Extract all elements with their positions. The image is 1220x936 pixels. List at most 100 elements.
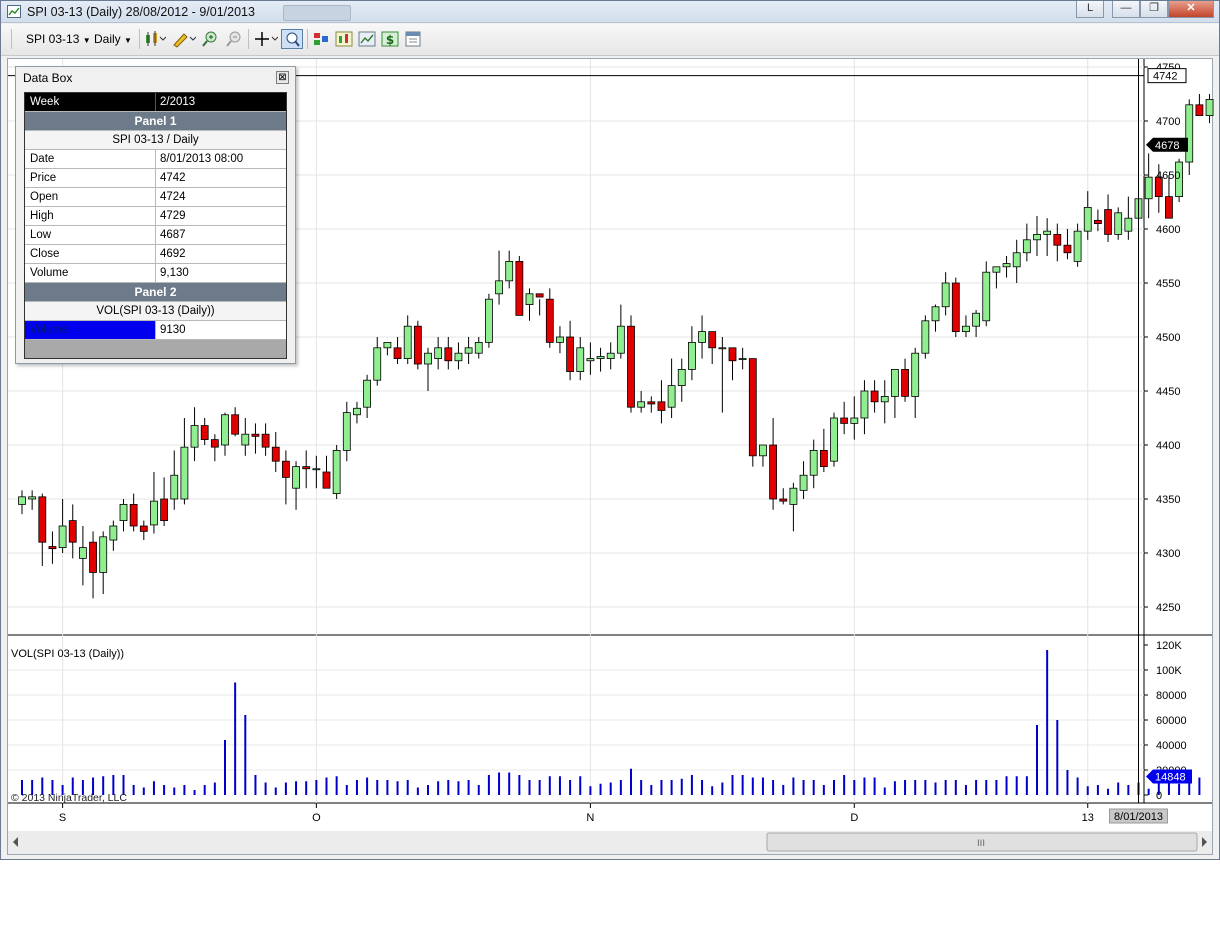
price-tick-label: 4350 — [1156, 494, 1180, 506]
candle-body — [667, 385, 676, 408]
candle-body — [647, 401, 656, 405]
candle-body — [748, 358, 757, 457]
candle-body — [261, 433, 270, 448]
candle-body — [921, 320, 930, 354]
candle-body — [170, 474, 179, 500]
candle-body — [89, 541, 97, 573]
candle-body — [769, 444, 777, 500]
crosshair-icon[interactable] — [254, 30, 278, 48]
candle-body — [48, 546, 57, 550]
volume-label: Volume — [25, 321, 156, 339]
instrument-selector[interactable]: SPI 03-13 ▼ — [26, 29, 91, 49]
candle-body — [383, 341, 392, 349]
data-box-label: Close — [25, 245, 156, 263]
restore-button[interactable]: ❐ — [1140, 1, 1168, 18]
data-box-value: 9,130 — [160, 267, 189, 279]
data-box-row: Open 4724 — [25, 188, 286, 207]
data-box-row: Low 4687 — [25, 226, 286, 245]
candle-body — [1195, 104, 1204, 116]
candle-body — [1063, 244, 1072, 254]
candle-body — [860, 390, 869, 419]
candle-body — [210, 439, 219, 448]
candle-body — [495, 280, 503, 295]
candle-body — [951, 282, 960, 332]
pencil-draw-icon[interactable] — [172, 30, 196, 48]
strategy-icon[interactable] — [312, 30, 330, 48]
data-box-label: Low — [25, 226, 156, 244]
indicators-icon[interactable] — [335, 30, 353, 48]
candle-body — [1022, 239, 1031, 254]
candle-body — [545, 298, 554, 343]
candle-body — [160, 498, 169, 522]
dollar-icon[interactable]: $ — [381, 30, 399, 48]
panel2-header: Panel 2 — [25, 283, 286, 302]
candle-body — [992, 266, 1001, 273]
instrument-label: SPI 03-13 — [26, 32, 80, 46]
candle-body — [870, 390, 879, 403]
volume-tick-label: 120K — [1156, 640, 1182, 652]
candle-body — [190, 425, 199, 448]
title-bar[interactable]: SPI 03-13 (Daily) 28/08/2012 - 9/01/2013… — [1, 1, 1219, 23]
scrollbar-track[interactable]: III — [8, 831, 1212, 854]
candle-body — [393, 347, 402, 359]
candle-body — [1144, 176, 1153, 200]
data-box-value: 4729 — [160, 210, 186, 222]
candle-body — [1002, 263, 1011, 268]
candle-body — [1073, 230, 1082, 262]
candle-body — [129, 503, 138, 527]
candle-body — [1104, 209, 1112, 235]
candle-body — [332, 449, 341, 494]
candle-body — [363, 379, 372, 408]
data-box-row: Close 4692 — [25, 245, 286, 264]
data-box-icon[interactable] — [281, 29, 303, 49]
candle-body — [962, 325, 970, 333]
candle-body — [931, 306, 940, 322]
chart-trader-icon[interactable] — [358, 30, 376, 48]
volume-panel-label: VOL(SPI 03-13 (Daily)) — [11, 648, 124, 660]
close-button[interactable]: ✕ — [1168, 1, 1214, 18]
week-label: Week — [25, 93, 156, 111]
volume-row: Volume 9130 — [25, 321, 286, 340]
volume-value: 9130 — [160, 324, 186, 336]
interval-label: Daily — [94, 32, 121, 46]
close-icon[interactable]: ⊠ — [276, 71, 289, 84]
candle-body — [840, 417, 849, 424]
candle-body — [1033, 233, 1041, 241]
price-tick-label: 4400 — [1156, 440, 1180, 452]
time-tick-label: D — [850, 812, 858, 824]
candle-body — [221, 414, 229, 446]
candle-body — [657, 401, 666, 411]
candle-body — [342, 412, 351, 451]
candle-body — [1094, 219, 1102, 225]
data-box-label: Date — [25, 150, 156, 168]
layout-button[interactable]: L — [1076, 1, 1104, 18]
candle-body — [150, 500, 158, 526]
volume-tick-label: 60000 — [1156, 715, 1187, 727]
data-box-value: 4724 — [160, 191, 186, 203]
data-box-value: 4687 — [160, 229, 186, 241]
zoom-in-icon[interactable] — [201, 30, 219, 48]
minimize-button[interactable]: — — [1112, 1, 1140, 18]
zoom-out-icon[interactable] — [225, 30, 243, 48]
chart-style-icon[interactable] — [144, 30, 166, 48]
candle-body — [353, 407, 361, 416]
data-box-row: High 4729 — [25, 207, 286, 226]
candle-body — [566, 336, 574, 372]
interval-selector[interactable]: Daily ▼ — [94, 29, 132, 49]
data-box-header[interactable]: Data Box ⊠ — [16, 67, 295, 89]
candle-body — [718, 347, 727, 350]
week-value: 2/2013 — [160, 96, 196, 108]
chevron-down-icon: ▼ — [82, 36, 91, 45]
candle-body — [1185, 104, 1194, 163]
candle-body — [637, 401, 646, 408]
volume-tick-label: 80000 — [1156, 690, 1187, 702]
properties-icon[interactable] — [404, 30, 422, 48]
candle-body — [292, 466, 300, 489]
data-box-panel[interactable]: Data Box ⊠ Week 2/2013 Panel 1 SPI 03-13… — [15, 66, 296, 364]
candle-body — [474, 341, 483, 354]
time-tick-label: O — [312, 812, 321, 824]
toolbar-separator — [139, 29, 140, 49]
horizontal-scrollbar[interactable]: III — [8, 831, 1212, 854]
candle-body — [271, 446, 280, 462]
data-box-row: Date 8/01/2013 08:00 — [25, 150, 286, 169]
